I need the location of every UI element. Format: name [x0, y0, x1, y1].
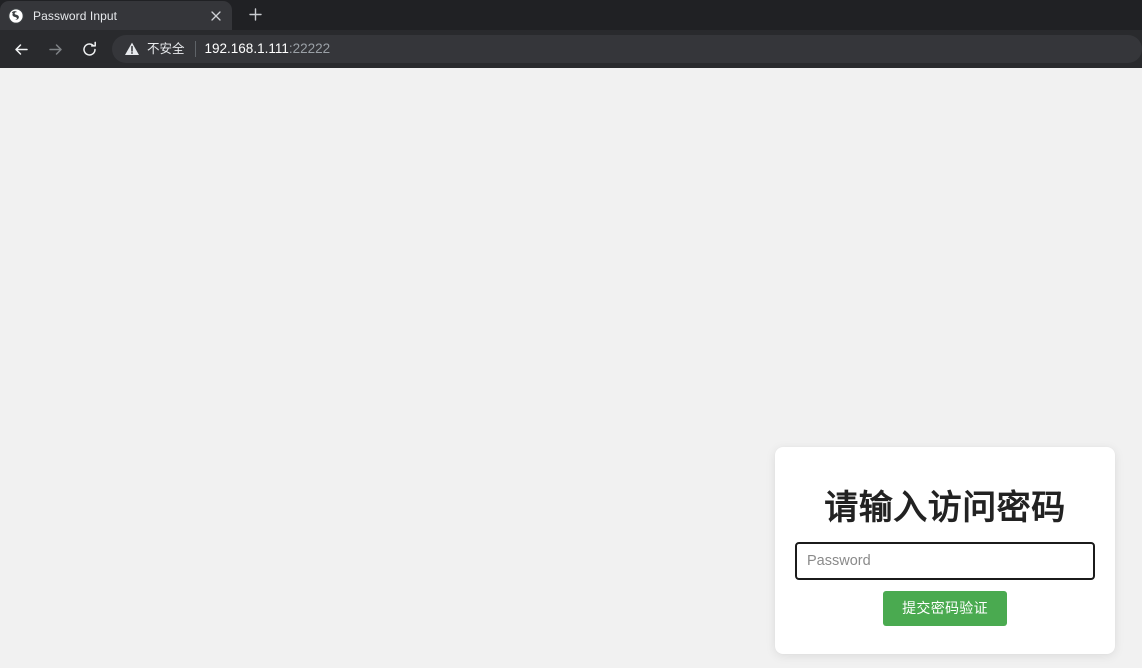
address-bar[interactable]: 不安全 192.168.1.111:22222	[112, 35, 1142, 63]
url-host: 192.168.1.111	[204, 41, 289, 56]
forward-arrow-icon	[47, 41, 64, 58]
warning-triangle-icon	[124, 41, 140, 57]
browser-toolbar: 不安全 192.168.1.111:22222	[0, 30, 1142, 68]
url-port: :22222	[288, 41, 331, 56]
close-icon[interactable]	[206, 6, 226, 26]
plus-icon	[248, 7, 262, 24]
forward-button[interactable]	[41, 35, 69, 63]
omnibox-divider	[194, 41, 196, 57]
submit-password-button[interactable]: 提交密码验证	[883, 591, 1007, 626]
reload-button[interactable]	[75, 35, 103, 63]
tab-title: Password Input	[33, 8, 118, 23]
password-input[interactable]	[795, 542, 1095, 580]
password-card: 请输入访问密码 提交密码验证	[775, 447, 1115, 654]
tab-password-input[interactable]: Password Input	[0, 1, 232, 30]
reload-icon	[81, 41, 98, 58]
page-viewport: 请输入访问密码 提交密码验证	[0, 68, 1142, 668]
page-title: 请输入访问密码	[824, 489, 1066, 527]
url-display[interactable]: 192.168.1.111:22222	[205, 40, 331, 58]
security-label: 不安全	[147, 42, 185, 56]
back-button[interactable]	[7, 35, 35, 63]
tab-strip: Password Input	[0, 0, 1142, 30]
new-tab-button[interactable]	[241, 1, 269, 29]
globe-icon	[8, 7, 24, 24]
security-indicator[interactable]: 不安全	[124, 41, 185, 57]
browser-window: Password Input 不安全 192.168.1.111:22222 请…	[0, 0, 1142, 668]
back-arrow-icon	[13, 41, 30, 58]
